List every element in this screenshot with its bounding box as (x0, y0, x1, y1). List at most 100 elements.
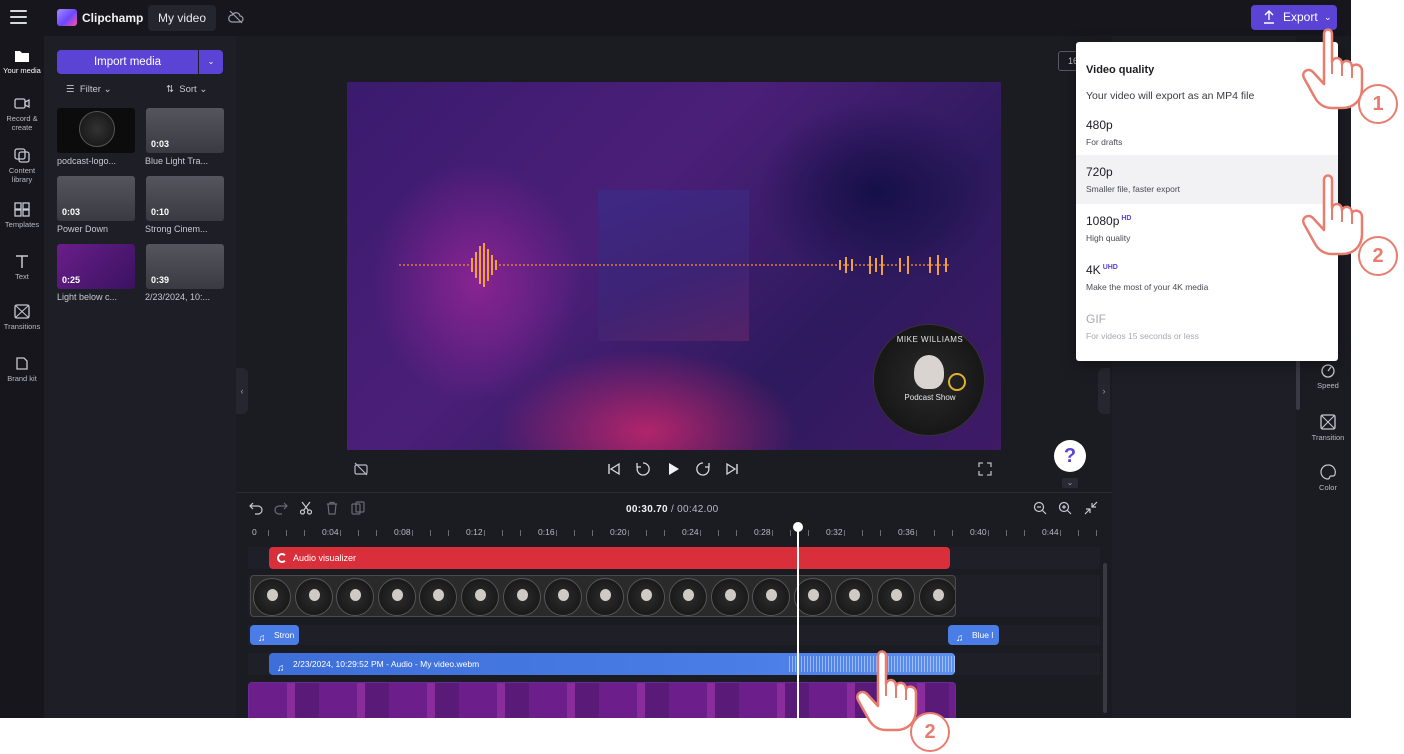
host-portrait (599, 589, 611, 601)
rail-item-brand-kit[interactable]: Brand kit (0, 356, 44, 383)
templates-icon (14, 202, 30, 217)
prop-item-transition[interactable]: Transition (1305, 414, 1351, 442)
step-badge: 2 (1358, 236, 1398, 276)
media-caption: Power Down (57, 224, 109, 234)
media-caption: Blue Light Tra... (145, 156, 209, 166)
collapse-right-panel-button[interactable]: › (1098, 368, 1110, 414)
clip-audio-visualizer[interactable]: Audio visualizer (269, 547, 950, 569)
text-icon (16, 255, 28, 268)
zoom-out-icon[interactable] (1033, 501, 1047, 515)
media-caption: 2/23/2024, 10:... (145, 292, 211, 302)
prop-label: Transition (1311, 433, 1345, 442)
export-option-4k[interactable]: 4K UHD Make the most of your 4K media (1076, 253, 1338, 302)
prop-item-color[interactable]: Color (1305, 464, 1351, 492)
option-title: 4K (1086, 263, 1101, 277)
import-dropdown-button[interactable]: ⌄ (199, 50, 223, 74)
help-button[interactable]: ? (1054, 440, 1086, 472)
media-thumb-blue-light[interactable]: 0:03 (146, 108, 224, 153)
media-thumb-podcast-logo[interactable] (57, 108, 135, 153)
project-title[interactable]: My video (148, 5, 216, 31)
ruler-tick-mark (1096, 530, 1097, 536)
import-media-button[interactable]: Import media (57, 50, 198, 74)
timeline-scrollbar[interactable] (1103, 563, 1107, 713)
media-thumb-power-down[interactable]: 0:03 (57, 176, 135, 221)
timeline-panel: 00:30.70 / 00:42.00 0 0:04 0:08 0:12 0:16 0:2… (236, 492, 1112, 718)
ruler-tick-mark (304, 530, 305, 536)
podcast-show-name: Podcast Show (904, 393, 956, 402)
chevron-down-icon: ⌄ (207, 57, 215, 66)
duplicate-icon[interactable] (351, 501, 365, 515)
host-portrait (350, 589, 362, 601)
playback-controls (347, 456, 1001, 482)
fit-timeline-icon[interactable] (1084, 501, 1098, 515)
forward-5-icon[interactable] (695, 461, 711, 477)
rewind-5-icon[interactable] (635, 461, 651, 477)
export-option-480p[interactable]: 480p For drafts (1076, 108, 1338, 157)
media-duration: 0:10 (151, 207, 170, 217)
prop-item-speed[interactable]: Speed (1305, 362, 1351, 390)
rail-label: Content library (8, 166, 36, 184)
filter-button[interactable]: ☰ Filter ⌄ (66, 84, 112, 95)
media-duration: 0:39 (151, 275, 170, 285)
skip-to-end-icon[interactable] (724, 461, 740, 477)
logo-frame-thumb (835, 578, 874, 616)
rail-item-transitions[interactable]: Transitions (0, 304, 44, 331)
rail-item-record-create[interactable]: Record & create (0, 96, 44, 132)
top-bar: Clipchamp My video Export ⌄ (0, 0, 1351, 36)
library-icon (14, 148, 30, 163)
ruler-tick-mark (952, 530, 953, 536)
rail-item-templates[interactable]: Templates (0, 202, 44, 229)
hide-preview-icon[interactable] (353, 461, 369, 477)
collapse-left-panel-button[interactable]: ‹ (236, 368, 248, 414)
chevron-down-icon: ⌄ (199, 84, 208, 95)
clip-podcast-logo[interactable] (250, 575, 956, 617)
ruler-tick-mark (628, 530, 629, 536)
delete-icon[interactable] (325, 501, 339, 515)
redo-icon[interactable] (274, 501, 288, 515)
fullscreen-icon[interactable] (977, 461, 993, 477)
help-collapse-button[interactable]: ⌄ (1062, 478, 1078, 488)
ruler-tick-mark (574, 530, 575, 536)
ruler-tick-label: 0 (252, 527, 257, 537)
hamburger-icon[interactable] (10, 10, 27, 24)
zoom-in-icon[interactable] (1058, 501, 1072, 515)
rail-item-content-library[interactable]: Content library (0, 148, 44, 184)
split-scissors-icon[interactable] (299, 501, 313, 515)
ruler-tick-label: 0:08 (394, 527, 411, 537)
ruler-tick-mark (1024, 530, 1025, 536)
media-thumb-audio-recording[interactable]: 0:39 (146, 244, 224, 289)
skip-to-start-icon[interactable] (606, 461, 622, 477)
clip-strong-cinematic[interactable]: ♫ Stron (250, 625, 299, 645)
media-duration: 0:25 (62, 275, 81, 285)
undo-icon[interactable] (249, 501, 263, 515)
ruler-tick-mark (1006, 530, 1007, 536)
rail-item-text[interactable]: Text (0, 254, 44, 281)
media-thumb-strong-cinematic[interactable]: 0:10 (146, 176, 224, 221)
playhead-handle[interactable] (793, 522, 803, 532)
camera-icon (14, 98, 30, 109)
sort-button[interactable]: ⇅ Sort ⌄ (166, 84, 207, 95)
host-portrait (433, 589, 445, 601)
media-thumb-light-below[interactable]: 0:25 (57, 244, 135, 289)
ruler-tick-mark (772, 530, 773, 536)
rail-item-your-media[interactable]: Your media (0, 48, 44, 75)
host-portrait (914, 355, 944, 389)
rail-label: Record & create (6, 114, 38, 132)
media-duration: 0:03 (62, 207, 81, 217)
clipchamp-window: Clipchamp My video Export ⌄ Your media R… (0, 0, 1351, 718)
ruler-tick-mark (736, 530, 737, 536)
timecode: 00:30.70 / 00:42.00 (626, 504, 718, 515)
play-icon[interactable] (665, 461, 681, 477)
clip-blue-light[interactable]: ♫ Blue l (948, 625, 999, 645)
logo-frame-thumb (793, 578, 832, 616)
timeline-ruler[interactable]: 0 0:04 0:08 0:12 0:16 0:20 0:24 0:28 0:32 0:36 0:4… (250, 527, 1100, 541)
playhead[interactable] (797, 523, 799, 718)
video-canvas[interactable]: MIKE WILLIAMS Podcast Show (347, 82, 1001, 450)
option-desc: For drafts (1086, 137, 1123, 147)
export-option-gif[interactable]: GIF For videos 15 seconds or less (1076, 302, 1338, 351)
option-title: GIF (1086, 312, 1106, 326)
filter-icon: ☰ (66, 84, 75, 95)
cloud-off-icon[interactable] (228, 10, 244, 24)
ruler-tick-label: 0:12 (466, 527, 483, 537)
ruler-tick-mark (718, 530, 719, 536)
